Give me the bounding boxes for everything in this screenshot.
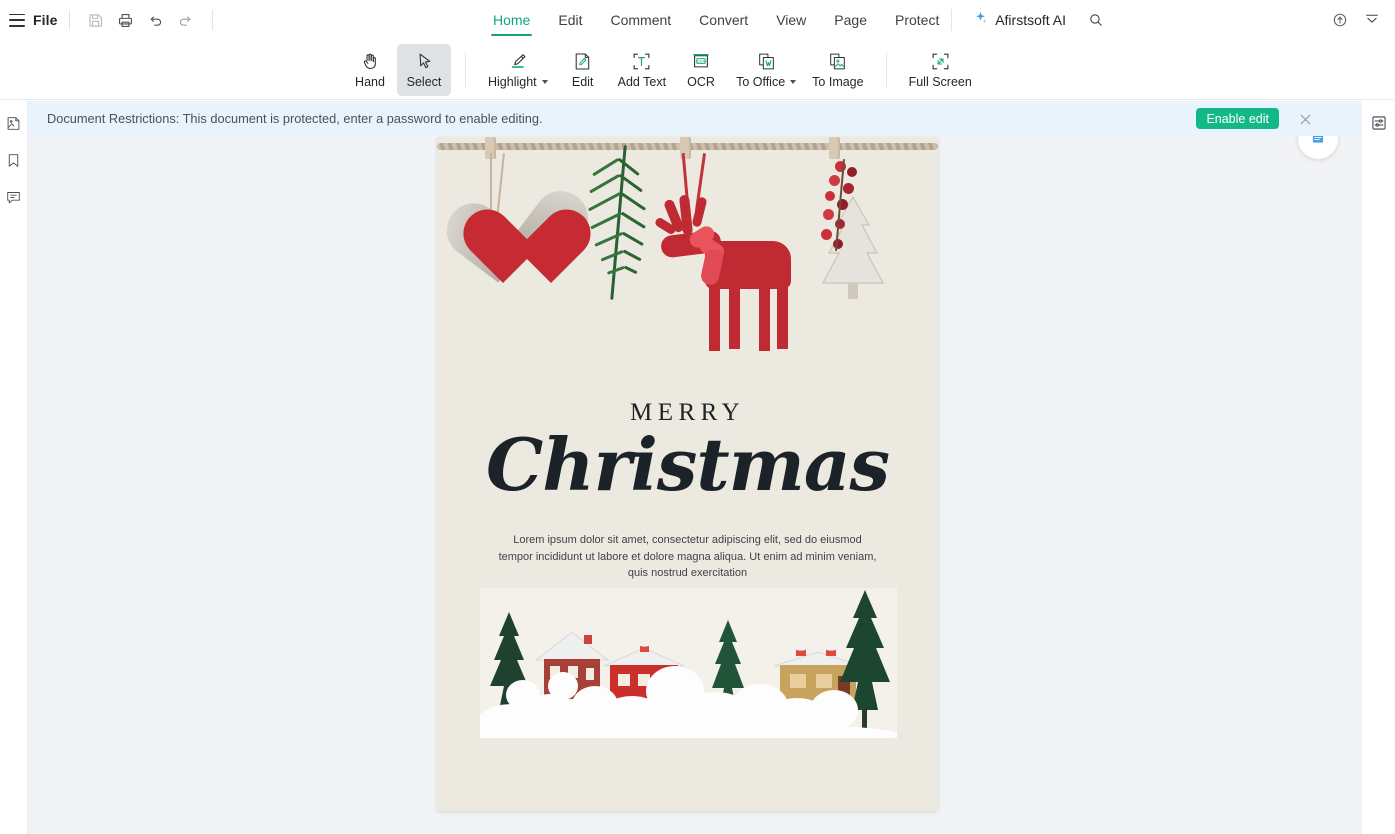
divider	[885, 52, 887, 87]
main-tabs: Home Edit Comment Convert View Page Prot…	[479, 0, 953, 40]
full-screen-tool-button[interactable]: Full Screen	[901, 44, 980, 96]
tab-page[interactable]: Page	[820, 0, 881, 40]
card-heading-christmas: Christmas	[485, 422, 890, 507]
ocr-icon: OCR	[690, 50, 712, 72]
cloud-upload-icon[interactable]	[1326, 6, 1354, 34]
menu-bar-right: Afirstsoft AI	[951, 0, 1395, 40]
tool-label: Full Screen	[908, 75, 972, 89]
properties-panel-icon[interactable]	[1367, 111, 1391, 135]
tool-label: Add Text	[617, 75, 667, 89]
undo-icon[interactable]	[141, 5, 171, 35]
sparkle-icon	[973, 10, 988, 30]
afirstsoft-ai-button[interactable]: Afirstsoft AI	[964, 6, 1075, 34]
menu-bar: File Home Edit Comment Convert View Page…	[0, 0, 1395, 40]
hand-icon	[360, 50, 381, 72]
highlighter-icon	[507, 50, 529, 72]
tab-comment[interactable]: Comment	[596, 0, 685, 40]
tool-label: Edit	[571, 75, 594, 89]
divider	[68, 10, 70, 30]
tab-convert[interactable]: Convert	[685, 0, 762, 40]
divider	[465, 52, 466, 87]
right-sidebar	[1362, 101, 1395, 834]
divider	[951, 9, 953, 31]
menu-bar-left: File	[0, 5, 224, 35]
to-office-icon	[756, 50, 777, 72]
pine-sprig-icon	[587, 145, 651, 305]
tool-label: Select	[406, 75, 442, 89]
select-tool-button[interactable]: Select	[397, 43, 451, 96]
pdf-editor-window: File Home Edit Comment Convert View Page…	[0, 0, 1395, 834]
left-sidebar	[0, 101, 28, 834]
thumbnails-icon[interactable]	[2, 111, 26, 135]
document-restrictions-banner: Document Restrictions: This document is …	[28, 101, 1362, 136]
tab-edit[interactable]: Edit	[544, 0, 596, 40]
red-heart-ornament-icon	[461, 209, 547, 287]
to-office-tool-button[interactable]: To Office	[728, 44, 804, 96]
tool-label: Hand	[355, 75, 385, 89]
edit-pencil-icon	[572, 50, 593, 72]
document-canvas[interactable]: MERRY Christmas Lorem ipsum dolor sit am…	[28, 101, 1362, 834]
add-text-icon	[631, 50, 652, 72]
ribbon-tools: Hand Select Highlight Edit Add Text OCR …	[343, 43, 980, 96]
tab-label: Edit	[558, 12, 583, 28]
tab-label: Convert	[699, 12, 749, 28]
save-icon[interactable]	[81, 5, 111, 35]
collapse-ribbon-icon[interactable]	[1358, 6, 1386, 34]
divider	[211, 10, 213, 30]
document-page[interactable]: MERRY Christmas Lorem ipsum dolor sit am…	[437, 137, 938, 811]
search-icon[interactable]	[1081, 5, 1111, 35]
full-screen-icon	[930, 50, 951, 72]
snow-village-artwork	[480, 588, 897, 738]
close-icon[interactable]	[1295, 109, 1315, 129]
svg-text:OCR: OCR	[697, 59, 706, 63]
bookmark-icon[interactable]	[2, 148, 26, 172]
tool-label: Highlight	[488, 75, 548, 89]
tab-label: Comment	[610, 12, 672, 28]
window-actions	[1326, 6, 1386, 34]
add-text-tool-button[interactable]: Add Text	[610, 44, 674, 96]
print-icon[interactable]	[111, 5, 141, 35]
hamburger-icon[interactable]	[9, 13, 25, 27]
clothes-peg-icon	[829, 137, 840, 159]
tab-label: Protect	[895, 12, 940, 28]
tab-label: Page	[834, 12, 867, 28]
tab-home[interactable]: Home	[479, 0, 544, 40]
tool-label: To Image	[812, 75, 864, 89]
tab-label: Home	[493, 12, 531, 28]
highlight-tool-button[interactable]: Highlight	[480, 44, 556, 96]
hand-tool-button[interactable]: Hand	[343, 44, 397, 96]
to-image-tool-button[interactable]: To Image	[804, 44, 871, 96]
file-menu-button[interactable]: File	[33, 12, 58, 28]
card-body-text: Lorem ipsum dolor sit amet, consectetur …	[498, 534, 877, 580]
chevron-down-icon[interactable]	[790, 80, 797, 84]
hanging-ornaments-artwork	[437, 137, 938, 382]
tool-label: OCR	[687, 75, 715, 89]
comment-icon[interactable]	[2, 185, 26, 209]
tab-view[interactable]: View	[762, 0, 820, 40]
cursor-arrow-icon	[414, 50, 435, 72]
tab-label: View	[776, 12, 807, 28]
banner-message: Document Restrictions: This document is …	[47, 111, 543, 126]
ribbon-toolbar: Hand Select Highlight Edit Add Text OCR …	[0, 40, 1395, 100]
edit-tool-button[interactable]: Edit	[556, 44, 610, 96]
chevron-down-icon[interactable]	[541, 80, 548, 84]
tab-protect[interactable]: Protect	[881, 0, 953, 40]
ai-label: Afirstsoft AI	[995, 12, 1066, 28]
tool-label: To Office	[736, 75, 797, 89]
to-image-icon	[827, 50, 848, 72]
ocr-tool-button[interactable]: OCR OCR	[674, 44, 728, 96]
enable-edit-button[interactable]: Enable edit	[1196, 108, 1279, 129]
redo-icon[interactable]	[171, 5, 201, 35]
